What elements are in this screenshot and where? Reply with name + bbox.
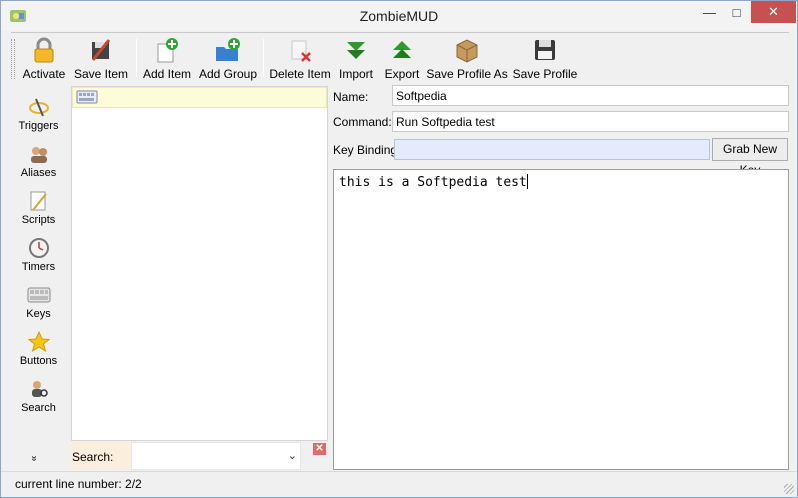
export-label: Export <box>384 67 420 81</box>
sidebar-item-label: Triggers <box>18 120 59 132</box>
minimize-icon: — <box>703 4 716 20</box>
save-item-label: Save Item <box>73 67 129 81</box>
add-group-icon <box>214 36 242 64</box>
import-button[interactable]: Import <box>338 36 374 82</box>
key-binding-field[interactable] <box>394 139 710 160</box>
keyboard-icon <box>27 283 51 307</box>
close-icon: ✕ <box>768 4 779 19</box>
sidebar-item-label: Keys <box>26 308 51 320</box>
tree-row[interactable] <box>72 87 327 108</box>
clear-search-icon[interactable]: ✕ <box>313 443 326 455</box>
script-editor[interactable]: this is a Softpedia test <box>333 169 789 470</box>
aliases-icon <box>27 142 51 166</box>
star-icon <box>27 330 51 354</box>
maximize-icon: □ <box>732 4 741 20</box>
sidebar-item-label: Search <box>21 402 56 414</box>
left-nav: Triggers Aliases Scripts Timers Keys But… <box>11 87 66 471</box>
save-profile-as-button[interactable]: Save Profile As <box>426 36 508 82</box>
script-text: this is a Softpedia test <box>339 175 527 190</box>
sidebar-item-label: Buttons <box>19 355 58 367</box>
add-item-icon <box>153 36 181 64</box>
clock-icon <box>27 236 51 260</box>
sidebar-item-triggers[interactable]: Triggers <box>11 95 66 141</box>
sidebar-item-search[interactable]: Search <box>11 377 66 423</box>
toolbar-separator <box>136 39 137 77</box>
sidebar-item-timers[interactable]: Timers <box>11 236 66 282</box>
add-item-label: Add Item <box>142 67 192 81</box>
status-bar: current line number: 2/2 <box>1 471 797 497</box>
activate-label: Activate <box>22 67 66 81</box>
save-item-button[interactable]: Save Item <box>73 36 129 82</box>
toolbar: Activate Save Item Add Item Add Group De… <box>11 32 789 82</box>
name-label: Name: <box>333 90 369 104</box>
text-caret <box>526 174 528 189</box>
scripts-icon <box>27 189 51 213</box>
grab-new-key-button[interactable]: Grab New Key <box>712 138 788 177</box>
name-field[interactable]: Softpedia <box>392 85 789 106</box>
search-label: Search: <box>71 442 131 470</box>
save-item-icon <box>87 36 115 64</box>
command-label: Command: <box>333 115 392 129</box>
close-button[interactable]: ✕ <box>751 1 796 23</box>
floppy-disk-icon <box>531 36 559 64</box>
status-text: current line number: 2/2 <box>15 477 142 491</box>
package-icon <box>453 36 481 64</box>
delete-item-icon <box>286 36 314 64</box>
triggers-icon <box>27 95 51 119</box>
command-field[interactable]: Run Softpedia test <box>392 111 789 132</box>
toolbar-separator <box>263 39 264 77</box>
sidebar-item-buttons[interactable]: Buttons <box>11 330 66 376</box>
title-bar: ZombieMUD — □ ✕ <box>1 1 797 31</box>
window-title: ZombieMUD <box>359 8 439 24</box>
add-group-button[interactable]: Add Group <box>198 36 258 82</box>
chevron-down-icon[interactable]: ⌄ <box>288 449 297 462</box>
chevron-down-icon[interactable]: » <box>28 456 39 462</box>
save-profile-button[interactable]: Save Profile <box>512 36 578 82</box>
maximize-button[interactable]: □ <box>723 1 750 23</box>
key-binding-label: Key Binding: <box>333 143 401 157</box>
activate-button[interactable]: Activate <box>23 36 65 82</box>
sidebar-item-keys[interactable]: Keys <box>11 283 66 329</box>
sidebar-item-label: Aliases <box>20 167 57 179</box>
keyboard-icon <box>76 90 98 107</box>
save-profile-label: Save Profile <box>512 67 578 81</box>
add-group-label: Add Group <box>198 67 258 81</box>
add-item-button[interactable]: Add Item <box>142 36 192 82</box>
export-arrow-icon <box>388 36 416 64</box>
lock-icon <box>30 36 58 64</box>
app-window: ZombieMUD — □ ✕ Activate Save Item Add I… <box>0 0 798 498</box>
sidebar-item-aliases[interactable]: Aliases <box>11 142 66 188</box>
resize-grip[interactable] <box>784 484 794 494</box>
delete-item-button[interactable]: Delete Item <box>269 36 331 82</box>
minimize-button[interactable]: — <box>696 1 723 23</box>
search-input[interactable]: ⌄ <box>131 442 301 470</box>
export-button[interactable]: Export <box>384 36 420 82</box>
sidebar-item-label: Scripts <box>21 214 56 226</box>
delete-item-label: Delete Item <box>269 67 331 81</box>
import-arrow-icon <box>342 36 370 64</box>
import-label: Import <box>338 67 373 81</box>
save-profile-as-label: Save Profile As <box>426 67 508 81</box>
sidebar-item-label: Timers <box>21 261 56 273</box>
item-tree[interactable] <box>71 86 328 441</box>
search-person-icon <box>27 377 51 401</box>
toolbar-grip[interactable] <box>11 39 15 79</box>
sidebar-item-scripts[interactable]: Scripts <box>11 189 66 235</box>
